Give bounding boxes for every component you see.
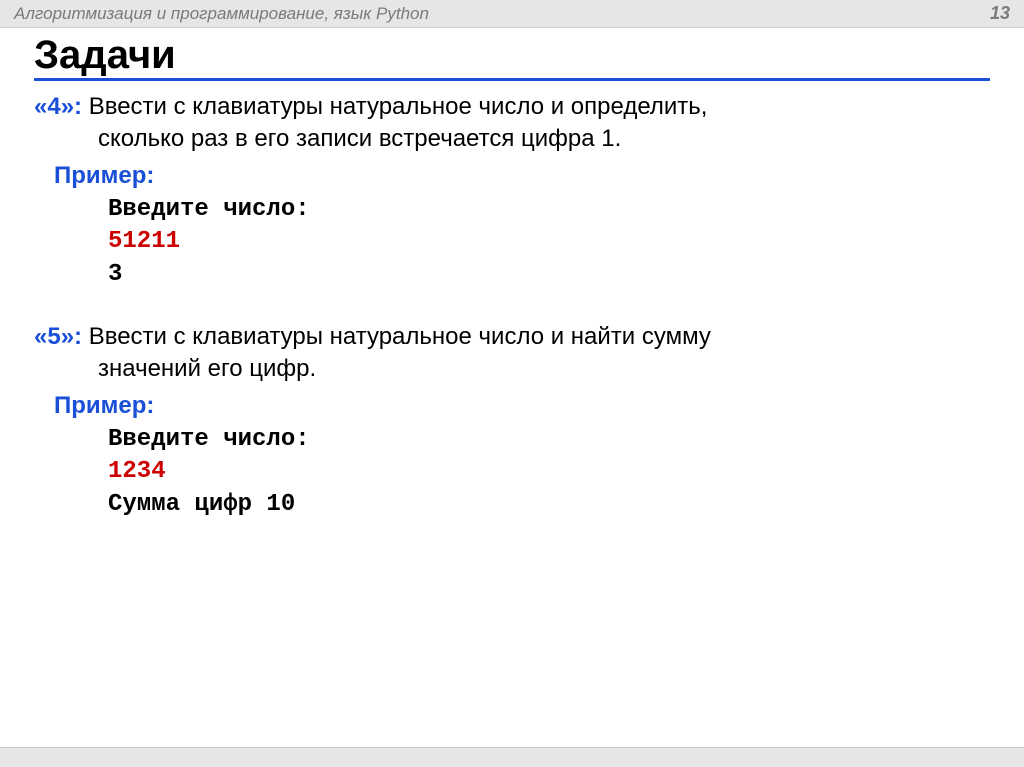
example-label: Пример:: [34, 162, 990, 190]
page-number: 13: [990, 3, 1010, 24]
code-output: 3: [108, 259, 990, 291]
task-block: «5»: Ввести с клавиатуры натуральное чис…: [34, 321, 990, 521]
task-line2: значений его цифр.: [34, 353, 990, 385]
task-label: «5»:: [34, 323, 82, 350]
task-line1: Ввести с клавиатуры натуральное число и …: [89, 323, 711, 350]
code-block: Введите число: 1234 Сумма цифр 10: [34, 424, 990, 521]
code-output: Сумма цифр 10: [108, 489, 990, 521]
example-label: Пример:: [34, 392, 990, 420]
header-bar: Алгоритмизация и программирование, язык …: [0, 0, 1024, 28]
code-prompt: Введите число:: [108, 424, 990, 456]
task-line1: Ввести с клавиатуры натуральное число и …: [89, 93, 708, 120]
code-input: 51211: [108, 226, 990, 258]
task-text: «4»: Ввести с клавиатуры натуральное чис…: [34, 91, 990, 156]
header-title: Алгоритмизация и программирование, язык …: [14, 4, 429, 24]
main-heading: Задачи: [34, 34, 990, 81]
code-input: 1234: [108, 456, 990, 488]
code-prompt: Введите число:: [108, 194, 990, 226]
task-label: «4»:: [34, 93, 82, 120]
footer-bar: [0, 747, 1024, 767]
task-line2: сколько раз в его записи встречается циф…: [34, 123, 990, 155]
code-block: Введите число: 51211 3: [34, 194, 990, 291]
slide-page: Алгоритмизация и программирование, язык …: [0, 0, 1024, 767]
content-area: Задачи «4»: Ввести с клавиатуры натураль…: [0, 28, 1024, 521]
task-block: «4»: Ввести с клавиатуры натуральное чис…: [34, 91, 990, 291]
task-text: «5»: Ввести с клавиатуры натуральное чис…: [34, 321, 990, 386]
